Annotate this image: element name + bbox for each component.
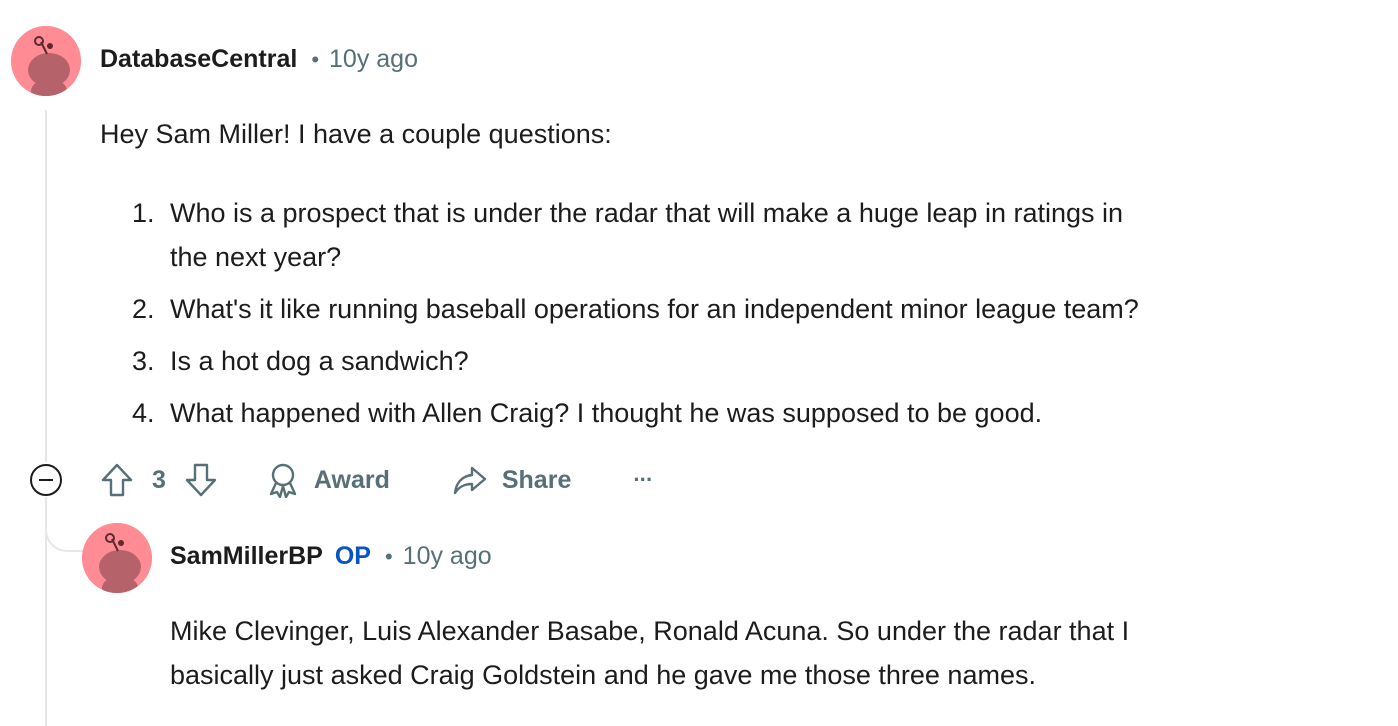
list-item: 4. What happened with Allen Craig? I tho… [132,391,1398,435]
award-label: Award [313,465,390,494]
thread-line-main [45,110,47,462]
reply-text-line: Mike Clevinger, Luis Alexander Basabe, R… [170,616,1130,646]
list-text-continued: the next year? [170,242,342,272]
list-text: Who is a prospect that is under the rada… [170,198,1124,228]
share-button[interactable]: Share [452,462,571,498]
reply-meta: SamMillerBP OP • 10y ago [170,542,492,571]
avatar[interactable] [82,523,152,593]
comment-intro: Hey Sam Miller! I have a couple question… [100,119,612,149]
list-number: 3. [132,346,155,376]
comment-timestamp[interactable]: 10y ago [329,45,418,74]
reply-connector [45,512,87,552]
award-button[interactable]: Award [266,462,390,498]
list-number: 2. [132,294,155,324]
avatar[interactable] [11,26,81,96]
comment-meta: DatabaseCentral • 10y ago [100,45,418,74]
meta-separator: • [384,543,393,569]
share-label: Share [501,465,572,494]
list-text: What's it like running baseball operatio… [170,294,1139,324]
reply-author[interactable]: SamMillerBP [170,542,323,571]
more-options-icon[interactable]: ··· [633,467,653,493]
reply-timestamp[interactable]: 10y ago [403,542,492,571]
comment-author[interactable]: DatabaseCentral [100,45,297,74]
upvote-icon[interactable] [100,460,134,500]
reply-text-line: basically just asked Craig Goldstein and… [170,660,1036,690]
op-badge: OP [334,542,371,570]
list-text: What happened with Allen Craig? I though… [170,398,1043,428]
award-icon [266,462,300,498]
list-item: 3. Is a hot dog a sandwich? [132,339,1398,383]
snoo-avatar-icon [82,523,152,593]
snoo-avatar-icon [11,26,81,96]
vote-score: 3 [152,465,166,494]
list-text: Is a hot dog a sandwich? [170,346,469,376]
list-item: 1. Who is a prospect that is under the r… [132,191,1398,279]
share-icon [452,462,488,498]
comment-action-bar: 3 Award Share ··· [100,460,653,500]
list-number: 1. [132,198,155,228]
list-number: 4. [132,398,155,428]
list-item: 2. What's it like running baseball opera… [132,287,1398,331]
question-list: 1. Who is a prospect that is under the r… [100,191,1398,443]
reply-body: Mike Clevinger, Luis Alexander Basabe, R… [170,609,1129,697]
meta-separator: • [311,46,320,72]
collapse-icon[interactable] [30,464,62,496]
downvote-icon[interactable] [184,460,218,500]
